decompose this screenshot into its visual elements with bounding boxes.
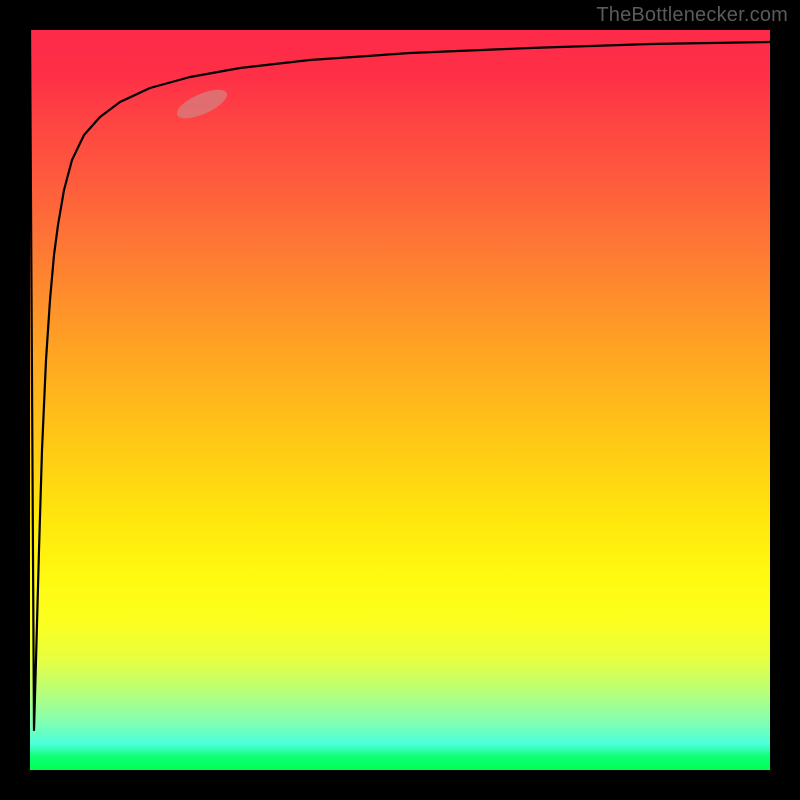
curve-marker <box>173 84 230 124</box>
bottleneck-curve <box>30 30 770 730</box>
chart-svg <box>30 30 770 770</box>
watermark-text: TheBottlenecker.com <box>596 4 788 27</box>
chart-plot-area <box>30 30 770 770</box>
